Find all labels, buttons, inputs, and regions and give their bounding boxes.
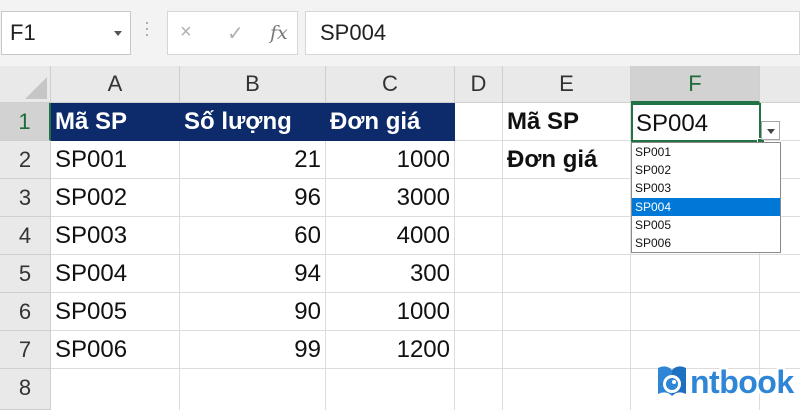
cell[interactable] [760, 255, 800, 293]
drag-handle-icon[interactable] [145, 22, 149, 40]
dropdown-option[interactable]: SP003 [632, 179, 780, 197]
cell[interactable] [180, 369, 326, 410]
header-cell-ma-sp[interactable]: Mã SP [51, 103, 180, 141]
column-header-e[interactable]: E [503, 66, 631, 103]
table-cell-qty[interactable]: 94 [180, 255, 326, 293]
table-cell-price[interactable]: 1000 [326, 293, 455, 331]
validation-dropdown-list: SP001 SP002 SP003 SP004 SP005 SP006 [631, 142, 781, 253]
cell[interactable] [631, 293, 760, 331]
table-cell-price[interactable]: 1200 [326, 331, 455, 369]
column-header-a[interactable]: A [51, 66, 180, 103]
cell[interactable] [503, 369, 631, 410]
select-all-button[interactable] [0, 66, 51, 103]
table-cell-price[interactable]: 1000 [326, 141, 455, 179]
header-cell-so-luong[interactable]: Số lượng [180, 103, 326, 141]
dropdown-option[interactable]: SP006 [632, 234, 780, 252]
formula-buttons: × ✓ fx [167, 11, 298, 55]
validation-dropdown-button[interactable] [761, 121, 780, 140]
column-header-b[interactable]: B [180, 66, 326, 103]
cell[interactable] [455, 103, 503, 141]
chevron-down-icon[interactable] [114, 31, 122, 36]
dropdown-option[interactable]: SP001 [632, 143, 780, 161]
row-header-8[interactable]: 8 [0, 369, 51, 410]
name-box-value: F1 [10, 20, 36, 45]
logo-text: ntbook [690, 364, 794, 400]
table-cell-code[interactable]: SP003 [51, 217, 180, 255]
column-header-d[interactable]: D [455, 66, 503, 103]
row-header-1[interactable]: 1 [0, 103, 51, 141]
lookup-label-code[interactable]: Mã SP [503, 103, 631, 141]
cancel-icon[interactable]: × [180, 21, 192, 44]
cell[interactable] [455, 217, 503, 255]
cell[interactable] [455, 141, 503, 179]
table-cell-qty[interactable]: 60 [180, 217, 326, 255]
table-cell-price[interactable]: 3000 [326, 179, 455, 217]
cell[interactable] [503, 293, 631, 331]
table-cell-price[interactable]: 300 [326, 255, 455, 293]
formula-value: SP004 [320, 20, 387, 45]
table-cell-code[interactable]: SP002 [51, 179, 180, 217]
header-cell-don-gia[interactable]: Đơn giá [326, 103, 455, 141]
insert-function-icon[interactable]: fx [270, 22, 288, 44]
cell[interactable] [326, 369, 455, 410]
row-header-6[interactable]: 6 [0, 293, 51, 331]
formula-input[interactable]: SP004 [305, 11, 800, 55]
table-cell-qty[interactable]: 96 [180, 179, 326, 217]
cell[interactable] [455, 179, 503, 217]
table-cell-price[interactable]: 4000 [326, 217, 455, 255]
dropdown-option[interactable]: SP005 [632, 216, 780, 234]
cell[interactable] [503, 255, 631, 293]
dropdown-option[interactable]: SP002 [632, 161, 780, 179]
select-all-icon [25, 77, 47, 99]
row-header-3[interactable]: 3 [0, 179, 51, 217]
dropdown-option-selected[interactable]: SP004 [632, 197, 780, 216]
cell[interactable] [455, 255, 503, 293]
table-cell-qty[interactable]: 21 [180, 141, 326, 179]
cell[interactable] [51, 369, 180, 410]
cell[interactable] [455, 369, 503, 410]
row-header-4[interactable]: 4 [0, 217, 51, 255]
lookup-label-price[interactable]: Đơn giá [503, 141, 631, 179]
row-header-7[interactable]: 7 [0, 331, 51, 369]
book-logo-icon [658, 366, 686, 396]
cell[interactable] [455, 331, 503, 369]
check-icon[interactable]: ✓ [227, 21, 244, 46]
name-box[interactable]: F1 [1, 11, 131, 55]
table-cell-qty[interactable]: 90 [180, 293, 326, 331]
table-cell-qty[interactable]: 99 [180, 331, 326, 369]
cell[interactable] [760, 293, 800, 331]
formula-bar: F1 × ✓ fx SP004 [0, 0, 800, 66]
cell[interactable] [455, 293, 503, 331]
table-cell-code[interactable]: SP005 [51, 293, 180, 331]
ntbook-logo: ntbook [652, 360, 797, 406]
column-header-c[interactable]: C [326, 66, 455, 103]
active-cell-f1[interactable]: SP004 [631, 103, 761, 142]
cell[interactable] [503, 217, 631, 255]
table-cell-code[interactable]: SP006 [51, 331, 180, 369]
cell[interactable] [503, 179, 631, 217]
row-header-2[interactable]: 2 [0, 141, 51, 179]
cell[interactable] [631, 255, 760, 293]
row-header-5[interactable]: 5 [0, 255, 51, 293]
column-header-next[interactable] [760, 66, 800, 103]
cell[interactable] [503, 331, 631, 369]
column-header-f[interactable]: F [631, 66, 760, 103]
table-cell-code[interactable]: SP004 [51, 255, 180, 293]
table-cell-code[interactable]: SP001 [51, 141, 180, 179]
chevron-down-icon [767, 129, 775, 134]
